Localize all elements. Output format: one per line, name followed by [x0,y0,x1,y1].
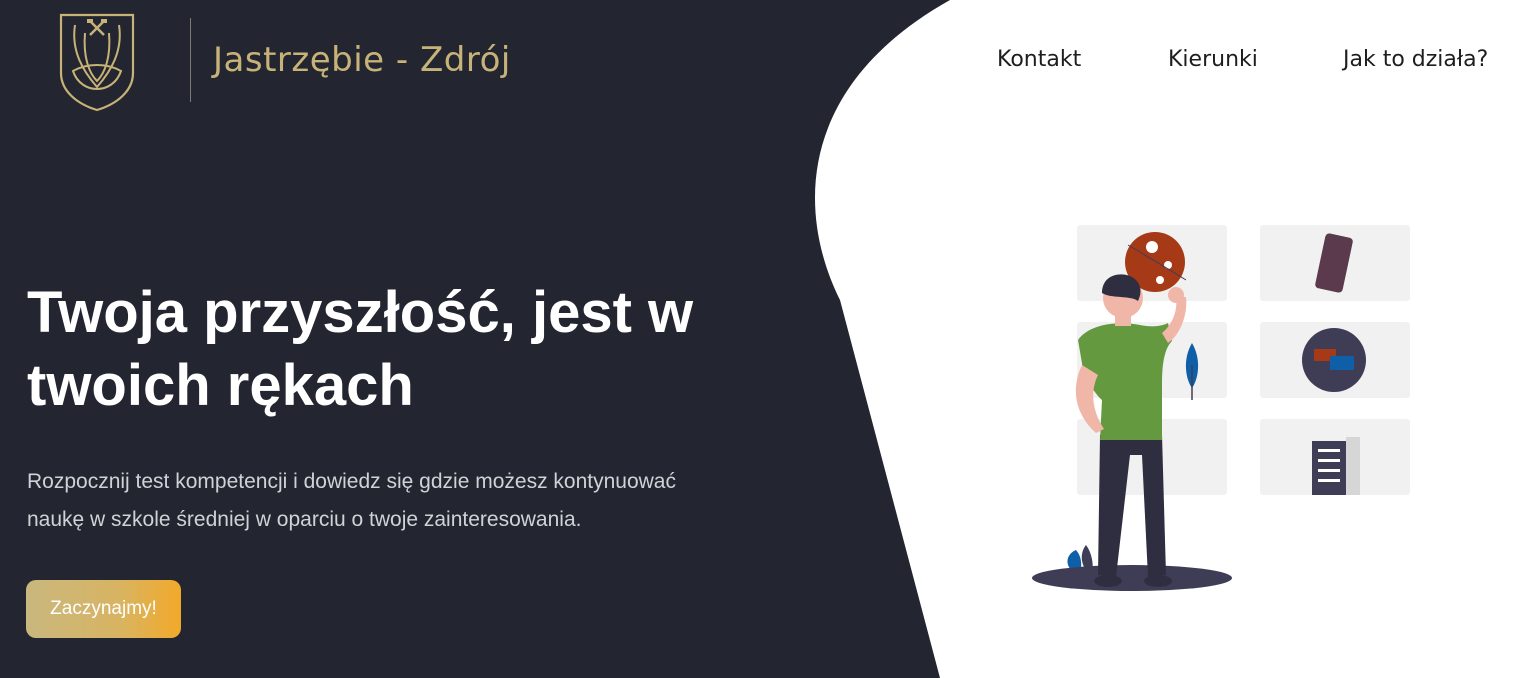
chat-icon [1302,328,1366,392]
hero-subtitle-line-1: Rozpocznij test kompetencji i dowiedz si… [27,470,676,493]
hero-subtitle-line-2: naukę w szkole średniej w oparciu o twoj… [27,508,582,531]
nav-link-jak-to-dziala[interactable]: Jak to działa? [1343,47,1488,72]
person-choosing-career-illustration [1032,225,1410,591]
hero-subtitle: Rozpocznij test kompetencji i dowiedz si… [27,463,807,539]
start-button[interactable]: Zaczynajmy! [26,580,181,638]
building-icon [1312,437,1360,495]
nav-link-kontakt[interactable]: Kontakt [997,47,1081,72]
hero-title: Twoja przyszłość, jest w twoich rękach [27,276,787,422]
main-navigation: Kontakt Kierunki Jak to działa? [0,47,1531,77]
hero-title-line-2: twoich rękach [27,353,414,418]
hero-title-line-1: Twoja przyszłość, jest w [27,280,694,345]
nav-link-kierunki[interactable]: Kierunki [1168,47,1258,72]
